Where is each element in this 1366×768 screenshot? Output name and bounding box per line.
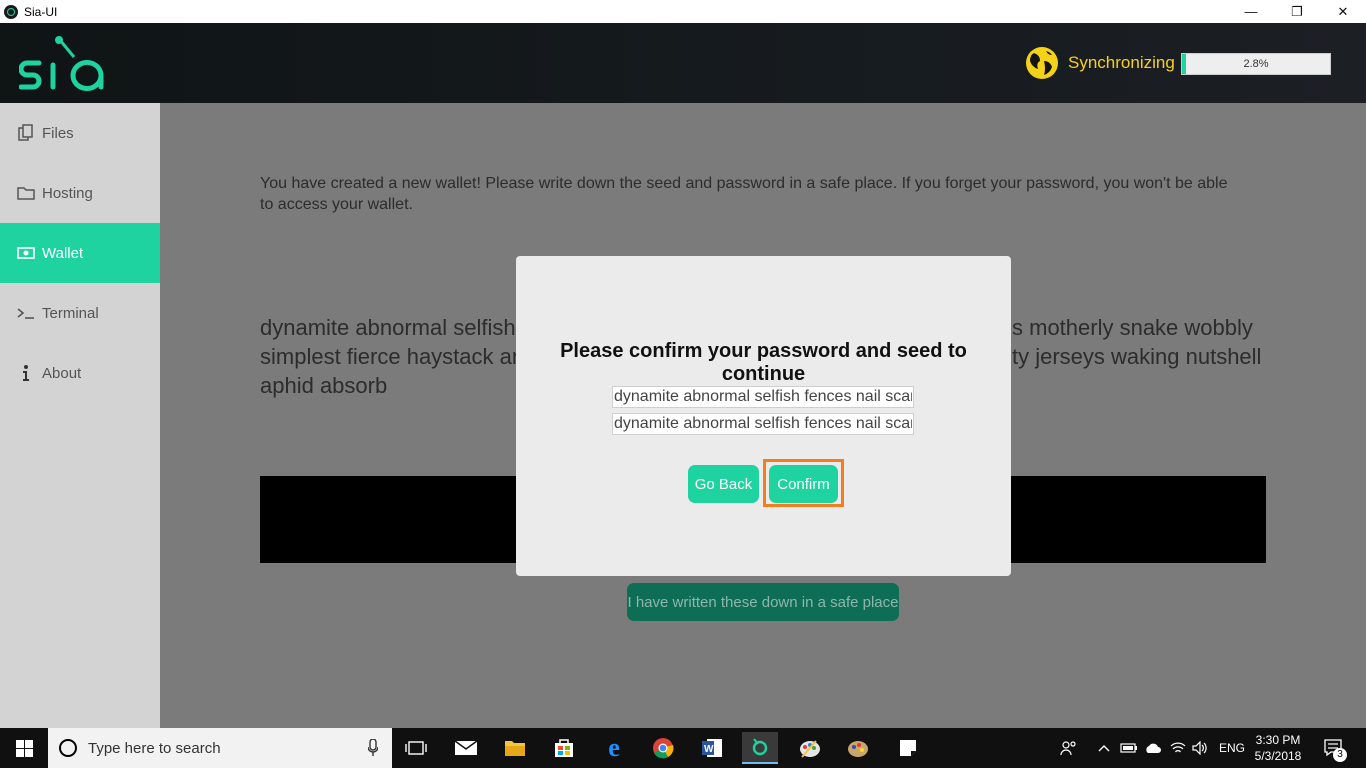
sync-progress-text: 2.8% [1243, 58, 1269, 70]
paint-3d-icon[interactable] [840, 732, 876, 764]
title-bar: Sia-UI — ❐ ✕ [0, 0, 1366, 23]
new-wallet-message: You have created a new wallet! Please wr… [260, 175, 1228, 213]
onedrive-icon[interactable] [1144, 728, 1162, 768]
confirm-seed-modal: Please confirm your password and seed to… [516, 256, 1011, 576]
file-explorer-icon[interactable] [497, 732, 533, 764]
sidebar-item-label: Wallet [42, 244, 84, 262]
chevron-up-icon[interactable] [1098, 728, 1110, 768]
globe-icon [1026, 47, 1058, 79]
store-icon[interactable] [546, 732, 582, 764]
notification-badge: 3 [1333, 748, 1347, 762]
seed-line-3: aphid absorb [260, 373, 388, 398]
sidebar-item-wallet[interactable]: Wallet [0, 223, 160, 283]
window-title: Sia-UI [24, 4, 58, 19]
seed-line-1-right: s motherly snake wobbly [1012, 315, 1253, 340]
sidebar-item-about[interactable]: About [0, 343, 160, 403]
seed-confirm-input[interactable] [612, 413, 914, 435]
volume-icon[interactable] [1192, 728, 1208, 768]
sidebar: Files Hosting Wallet Terminal About [0, 103, 160, 728]
microphone-icon[interactable] [368, 739, 378, 757]
sia-logo [19, 36, 104, 91]
clock-date: 5/3/2018 [1254, 749, 1302, 763]
word-icon[interactable]: W [694, 732, 730, 764]
windows-start-icon[interactable] [0, 728, 48, 768]
password-confirm-input[interactable] [612, 386, 914, 408]
sticky-notes-icon[interactable] [890, 732, 926, 764]
search-placeholder: Type here to search [88, 739, 221, 757]
language-indicator[interactable]: ENG [1219, 728, 1245, 768]
window-controls: — ❐ ✕ [1228, 0, 1366, 23]
clock-time: 3:30 PM [1255, 733, 1301, 747]
edge-browser-icon[interactable]: e [596, 732, 632, 764]
sia-app-icon [4, 4, 18, 19]
sidebar-item-label: About [42, 364, 82, 382]
task-view-icon[interactable] [398, 732, 434, 764]
sync-progress-bar: 2.8% [1181, 53, 1331, 75]
svg-text:W: W [704, 744, 714, 755]
people-icon[interactable] [1060, 728, 1078, 768]
windows-taskbar: Type here to search e W ENG 3:30 PM 5/3/… [0, 728, 1366, 768]
minimize-button[interactable]: — [1228, 0, 1274, 23]
info-icon [16, 363, 36, 383]
restore-button[interactable]: ❐ [1274, 0, 1320, 23]
close-button[interactable]: ✕ [1320, 0, 1366, 23]
app-header: Synchronizing 2.8% [0, 23, 1366, 103]
sidebar-item-terminal[interactable]: Terminal [0, 283, 160, 343]
folder-icon [16, 183, 36, 203]
terminal-icon [16, 303, 36, 323]
wifi-icon[interactable] [1170, 728, 1186, 768]
confirm-button[interactable]: Confirm [769, 465, 838, 503]
sync-status: Synchronizing [1068, 53, 1175, 72]
wallet-icon [16, 243, 36, 263]
seed-line-1-left: dynamite abnormal selfish f [260, 315, 528, 340]
files-icon [16, 123, 36, 143]
written-down-button[interactable]: I have written these down in a safe plac… [627, 583, 899, 621]
seed-line-2-left: simplest fierce haystack am [260, 344, 531, 369]
modal-title: Please confirm your password and seed to… [560, 340, 967, 385]
sia-taskbar-icon[interactable] [742, 732, 778, 764]
sidebar-item-hosting[interactable]: Hosting [0, 163, 160, 223]
go-back-button[interactable]: Go Back [688, 465, 759, 503]
paint-icon[interactable] [792, 732, 828, 764]
chrome-icon[interactable] [645, 732, 681, 764]
sidebar-item-label: Files [42, 124, 74, 142]
cortana-icon [59, 739, 77, 757]
taskbar-search-box[interactable]: Type here to search [48, 728, 392, 768]
notification-center-icon[interactable]: 3 [1323, 728, 1347, 768]
sidebar-item-files[interactable]: Files [0, 103, 160, 163]
sidebar-item-label: Hosting [42, 184, 93, 202]
system-clock[interactable]: 3:30 PM 5/3/2018 [1248, 732, 1308, 764]
mail-icon[interactable] [448, 732, 484, 764]
seed-line-2-right: ty jerseys waking nutshell [1012, 344, 1262, 369]
sidebar-item-label: Terminal [42, 304, 99, 322]
battery-icon[interactable] [1120, 728, 1138, 768]
